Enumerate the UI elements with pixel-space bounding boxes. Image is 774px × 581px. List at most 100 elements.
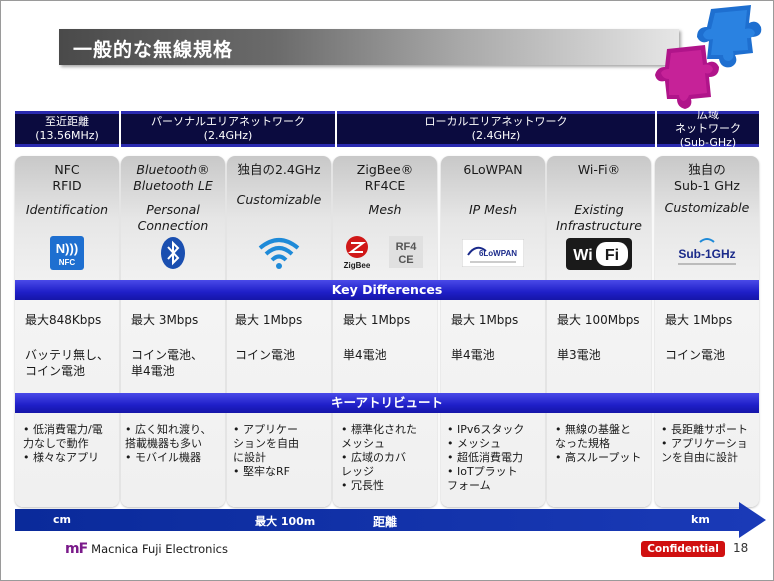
attribute-line: メッシュ xyxy=(341,437,385,450)
column-heading: 独自の Sub-1 GHz xyxy=(655,162,759,194)
heading-line: NFC xyxy=(54,162,80,177)
power-line: コイン電池 xyxy=(665,348,726,362)
usecase-line: Infrastructure xyxy=(556,218,642,233)
heading-line: Bluetooth LE xyxy=(133,178,213,193)
range-label: 広域 xyxy=(697,108,719,121)
heading-line: Sub-1 GHz xyxy=(674,178,740,193)
column-heading: NFC RFID xyxy=(15,162,119,194)
speed-6lowpan: 最大 1Mbps xyxy=(451,313,519,327)
power-line: 単4電池 xyxy=(343,348,387,362)
axis-label-100m: 最大 100m xyxy=(255,515,316,528)
attribute-line: レッジ xyxy=(341,465,374,478)
slide: 一般的な無線規格 至近距離 (13.56MHz) パーソナルエリアネットワーク … xyxy=(0,0,774,581)
power-line: 単4電池 xyxy=(451,348,495,362)
column-usecase: Existing Infrastructure xyxy=(547,202,651,234)
range-freq: (2.4GHz) xyxy=(471,129,521,142)
attribute-line: • アプリケー xyxy=(233,423,298,436)
speed-nfc: 最大848Kbps xyxy=(25,313,102,327)
column-heading: Bluetooth® Bluetooth LE xyxy=(121,162,225,194)
column-usecase: Customizable xyxy=(227,192,331,208)
range-label: ネットワーク xyxy=(675,122,741,135)
attribute-line: • 高スループット xyxy=(555,451,642,464)
range-cell-wan: 広域 ネットワーク (Sub-GHz) xyxy=(657,108,759,149)
heading-line: 独自の xyxy=(688,162,726,177)
usecase-line: Mesh xyxy=(368,202,402,217)
power-bluetooth: コイン電池、 単4電池 xyxy=(131,347,203,379)
confidential-badge: Confidential xyxy=(641,541,725,557)
heading-line: 独自の2.4GHz xyxy=(237,162,321,177)
wireless-signal-icon xyxy=(258,238,300,269)
attribute-line: に設計 xyxy=(233,451,266,464)
speed-24ghz: 最大 1Mbps xyxy=(235,313,303,327)
svg-text:RF4: RF4 xyxy=(396,241,418,253)
speed-sub1ghz: 最大 1Mbps xyxy=(665,313,733,327)
attribute-line: • IPv6スタック xyxy=(447,423,525,436)
power-24ghz: コイン電池 xyxy=(235,347,295,363)
attribute-line: ションを自由 xyxy=(233,437,299,450)
column-usecase: Personal Connection xyxy=(121,202,225,234)
attributes-sub1ghz: • 長距離サポート • アプリケーショ ンを自由に設計 xyxy=(661,423,748,465)
axis-label-km: km xyxy=(691,513,710,526)
attributes-wifi: • 無線の基盤と なった規格 • 高スループット xyxy=(555,423,641,465)
attribute-line: • 超低消費電力 xyxy=(447,451,523,464)
attribute-line: • 冗長性 xyxy=(341,479,384,492)
attribute-line: • 標準化された xyxy=(341,423,417,436)
company-mark: mF xyxy=(65,541,88,557)
range-cell-pan: パーソナルエリアネットワーク (2.4GHz) xyxy=(121,111,335,147)
attribute-line: • 様々なアプリ xyxy=(23,451,99,464)
attribute-line: • メッシュ xyxy=(447,437,501,450)
power-line: 単4電池 xyxy=(131,364,175,378)
heading-line: Bluetooth® xyxy=(136,162,210,177)
heading-line: RF4CE xyxy=(364,178,406,193)
sub1ghz-logo-icon: Sub-1GHz xyxy=(678,238,736,265)
power-line: コイン電池 xyxy=(25,364,86,378)
slide-title: 一般的な無線規格 xyxy=(73,39,234,61)
column-usecase: Customizable xyxy=(655,200,759,216)
attribute-line: 力なしで動作 xyxy=(23,437,89,450)
range-label: ローカルエリアネットワーク xyxy=(424,115,568,128)
attributes-24ghz: • アプリケー ションを自由 に設計 • 堅牢なRF xyxy=(233,423,299,479)
heading-line: ZigBee® xyxy=(356,162,414,177)
column-heading: Wi-Fi® xyxy=(547,162,651,178)
power-sub1ghz: コイン電池 xyxy=(665,347,725,363)
heading-line: Wi-Fi® xyxy=(577,162,621,177)
distance-arrow: cm 最大 100m 距離 km xyxy=(15,501,767,539)
attribute-line: フォーム xyxy=(447,479,491,492)
power-line: コイン電池、 xyxy=(131,348,204,362)
range-freq: (2.4GHz) xyxy=(203,129,253,142)
range-label: パーソナルエリアネットワーク xyxy=(151,115,305,128)
usecase-line: IP Mesh xyxy=(468,202,518,217)
power-wifi: 単3電池 xyxy=(557,347,601,363)
power-line: バッテリ無し、 xyxy=(25,348,110,362)
key-attributes-band: キーアトリビュート xyxy=(15,393,759,413)
attribute-line: • 広域のカバ xyxy=(341,451,406,464)
power-6lowpan: 単4電池 xyxy=(451,347,495,363)
attributes-nfc: • 低消費電力/電 力なしで動作 • 様々なアプリ xyxy=(23,423,103,465)
axis-label-distance: 距離 xyxy=(373,515,398,529)
attribute-line: • 広く知れ渡り、 xyxy=(125,423,212,436)
svg-text:ZigBee: ZigBee xyxy=(344,261,371,270)
attributes-zigbee: • 標準化された メッシュ • 広域のカバ レッジ • 冗長性 xyxy=(341,423,417,493)
attribute-line: • アプリケーショ xyxy=(661,437,748,450)
puzzle-decoration-icon xyxy=(655,5,762,109)
company-name: Macnica Fuji Electronics xyxy=(91,542,228,556)
range-cell-close: 至近距離 (13.56MHz) xyxy=(15,111,119,147)
attribute-line: ンを自由に設計 xyxy=(661,451,738,464)
attribute-line: なった規格 xyxy=(555,437,610,450)
heading-line: 6LoWPAN xyxy=(463,162,523,177)
svg-text:Sub-1GHz: Sub-1GHz xyxy=(678,247,735,261)
range-header-row: 至近距離 (13.56MHz) パーソナルエリアネットワーク (2.4GHz) … xyxy=(15,108,759,149)
range-freq: (13.56MHz) xyxy=(35,129,99,142)
usecase-line: Personal xyxy=(146,202,200,217)
company-logo: mF Macnica Fuji Electronics xyxy=(65,541,228,557)
column-usecase: Mesh xyxy=(333,202,437,218)
axis-label-cm: cm xyxy=(53,513,71,526)
zigbee-rf4ce-logo-icon: ZigBee RF4 CE xyxy=(344,236,423,270)
heading-line: RFID xyxy=(52,178,82,193)
svg-text:CE: CE xyxy=(398,254,413,266)
nfc-logo-icon: N))) NFC xyxy=(50,236,84,270)
wifi-logo-icon: Wi Fi xyxy=(566,238,632,270)
usecase-line: Existing xyxy=(574,202,624,217)
range-freq: (Sub-GHz) xyxy=(679,136,737,149)
power-zigbee: 単4電池 xyxy=(343,347,387,363)
